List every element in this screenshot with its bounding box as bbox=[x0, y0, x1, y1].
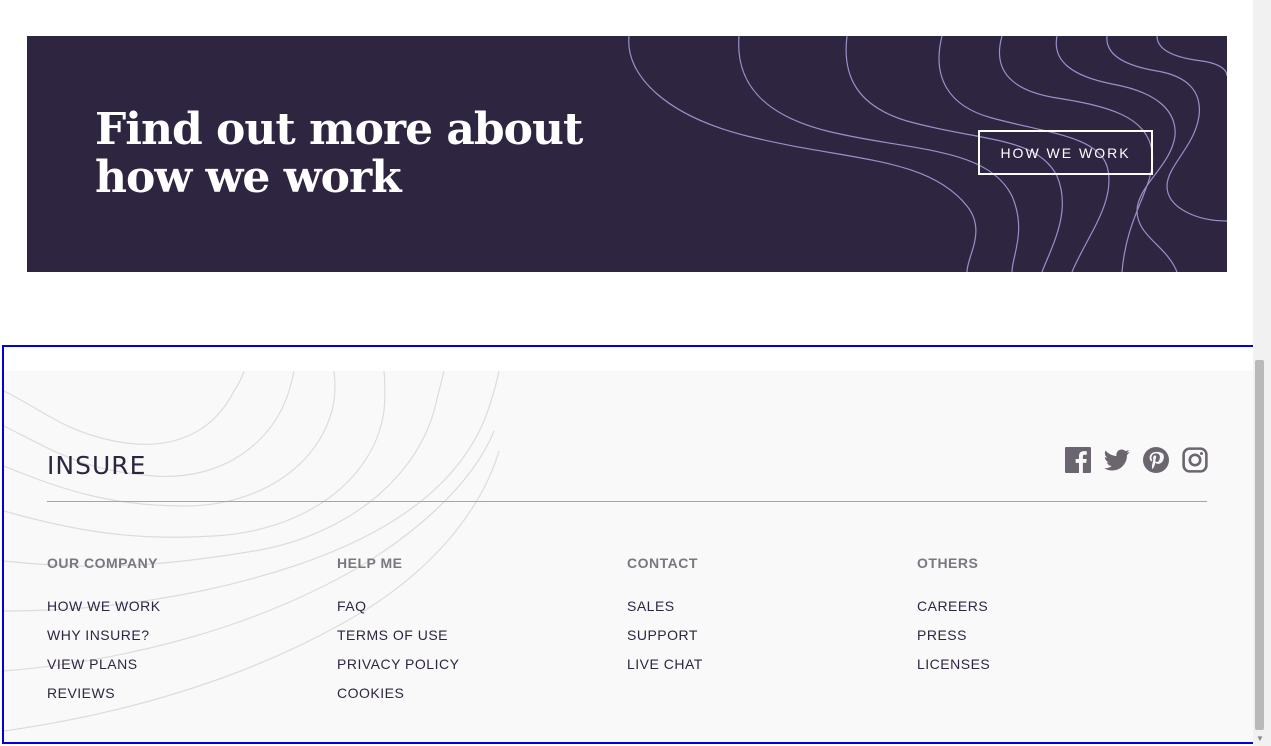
footer-link-terms-of-use[interactable]: TERMS OF USE bbox=[337, 626, 597, 655]
vertical-scrollbar-thumb[interactable] bbox=[1255, 360, 1264, 730]
scroll-down-arrow-icon[interactable]: ▼ bbox=[1255, 734, 1265, 744]
footer-column-contact: CONTACT SALES SUPPORT LIVE CHAT bbox=[627, 555, 887, 684]
footer-link-reviews[interactable]: REVIEWS bbox=[47, 684, 307, 713]
column-heading: OTHERS bbox=[917, 555, 979, 571]
footer-link-live-chat[interactable]: LIVE CHAT bbox=[627, 655, 887, 684]
footer-link-licenses[interactable]: LICENSES bbox=[917, 655, 1177, 684]
footer-divider bbox=[47, 501, 1207, 502]
footer-link-faq[interactable]: FAQ bbox=[337, 597, 597, 626]
footer: INSURE OUR COMPANY HOW WE WORK WHY INSUR… bbox=[4, 371, 1254, 743]
page: Find out more about how we work HOW WE W… bbox=[0, 0, 1271, 746]
column-heading: OUR COMPANY bbox=[47, 555, 159, 571]
column-links: FAQ TERMS OF USE PRIVACY POLICY COOKIES bbox=[337, 597, 597, 713]
footer-link-careers[interactable]: CAREERS bbox=[917, 597, 1177, 626]
footer-column-others: OTHERS CAREERS PRESS LICENSES bbox=[917, 555, 1177, 684]
social-links bbox=[1065, 447, 1208, 473]
footer-link-cookies[interactable]: COOKIES bbox=[337, 684, 597, 713]
how-we-work-button[interactable]: HOW WE WORK bbox=[978, 130, 1153, 175]
footer-column-help-me: HELP ME FAQ TERMS OF USE PRIVACY POLICY … bbox=[337, 555, 597, 713]
pinterest-icon[interactable] bbox=[1143, 447, 1169, 473]
how-we-work-banner: Find out more about how we work HOW WE W… bbox=[27, 36, 1227, 272]
footer-column-our-company: OUR COMPANY HOW WE WORK WHY INSURE? VIEW… bbox=[47, 555, 307, 713]
footer-link-sales[interactable]: SALES bbox=[627, 597, 887, 626]
banner-title-line-2: how we work bbox=[95, 152, 402, 203]
column-heading: HELP ME bbox=[337, 555, 403, 571]
footer-link-why-insure[interactable]: WHY INSURE? bbox=[47, 626, 307, 655]
insure-logo[interactable]: INSURE bbox=[47, 451, 146, 480]
column-links: HOW WE WORK WHY INSURE? VIEW PLANS REVIE… bbox=[47, 597, 307, 713]
column-links: SALES SUPPORT LIVE CHAT bbox=[627, 597, 887, 684]
footer-link-press[interactable]: PRESS bbox=[917, 626, 1177, 655]
footer-link-how-we-work[interactable]: HOW WE WORK bbox=[47, 597, 307, 626]
instagram-icon[interactable] bbox=[1182, 447, 1208, 473]
banner-title: Find out more about how we work bbox=[95, 106, 615, 202]
column-heading: CONTACT bbox=[627, 555, 698, 571]
facebook-icon[interactable] bbox=[1065, 447, 1091, 473]
banner-title-line-1: Find out more about bbox=[95, 104, 583, 155]
footer-link-view-plans[interactable]: VIEW PLANS bbox=[47, 655, 307, 684]
footer-link-support[interactable]: SUPPORT bbox=[627, 626, 887, 655]
footer-link-privacy-policy[interactable]: PRIVACY POLICY bbox=[337, 655, 597, 684]
column-links: CAREERS PRESS LICENSES bbox=[917, 597, 1177, 684]
twitter-icon[interactable] bbox=[1104, 447, 1130, 473]
